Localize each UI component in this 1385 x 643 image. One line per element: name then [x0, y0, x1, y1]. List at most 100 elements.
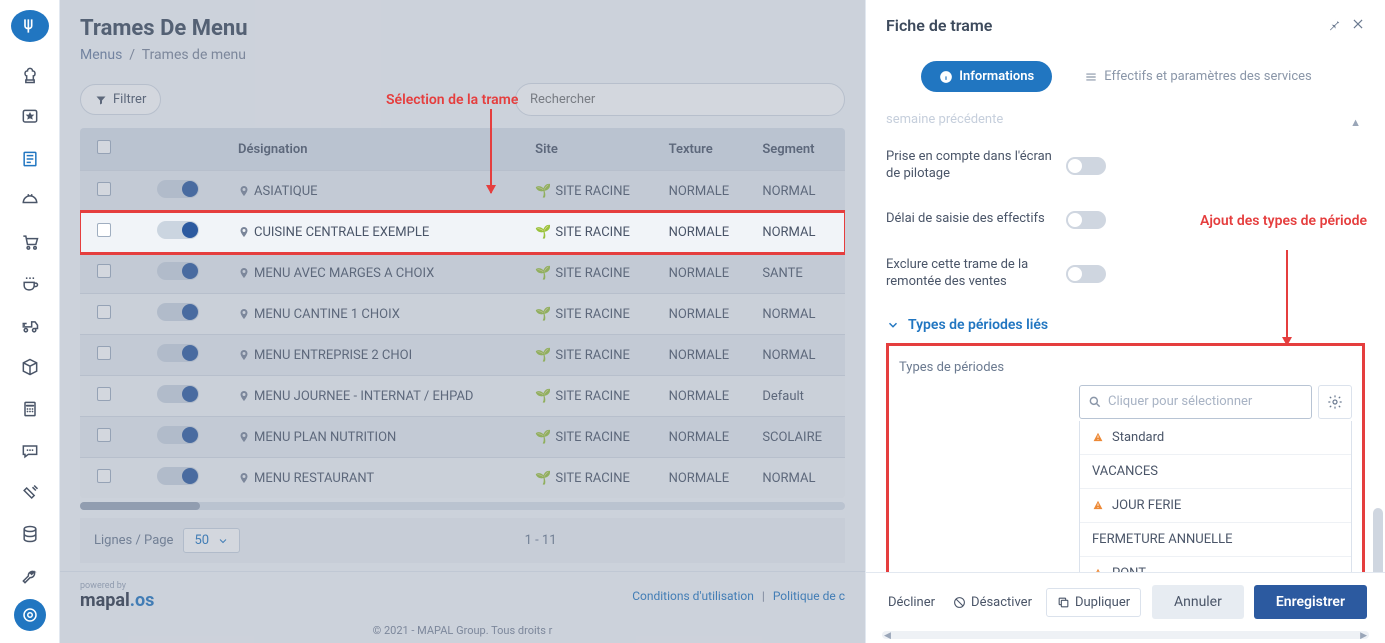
- nav-favorite-icon[interactable]: [16, 105, 44, 129]
- row-checkbox[interactable]: [97, 469, 111, 483]
- periode-picker[interactable]: [1079, 385, 1312, 419]
- faded-prev-text: semaine précédente: [886, 108, 1365, 135]
- row-checkbox[interactable]: [97, 346, 111, 360]
- table-row[interactable]: MENU RESTAURANT 🌱SITE RACINE NORMALE NOR…: [80, 458, 845, 499]
- row-toggle[interactable]: [157, 344, 199, 362]
- search-input[interactable]: [515, 83, 845, 116]
- dropdown-item[interactable]: FERMETURE ANNUELLE: [1080, 523, 1351, 557]
- tab-informations[interactable]: Informations: [921, 61, 1052, 92]
- dropdown-item-label: Standard: [1112, 430, 1164, 445]
- row-designation: CUISINE CENTRALE EXEMPLE: [254, 225, 429, 240]
- page-title: Trames De Menu: [80, 16, 845, 41]
- dropdown-item[interactable]: JOUR FERIE: [1080, 489, 1351, 523]
- nav-tool-icon[interactable]: [16, 481, 44, 505]
- action-decliner[interactable]: Décliner: [884, 589, 939, 616]
- table-row[interactable]: MENU ENTREPRISE 2 CHOI 🌱SITE RACINE NORM…: [80, 335, 845, 376]
- row-designation: MENU CANTINE 1 CHOIX: [254, 307, 400, 322]
- row-toggle[interactable]: [157, 262, 199, 280]
- row-texture: NORMALE: [659, 458, 753, 499]
- col-designation[interactable]: Désignation: [228, 128, 525, 171]
- panel-vscrollbar[interactable]: [1373, 508, 1383, 572]
- nav-chat-icon[interactable]: [16, 439, 44, 463]
- page-size-select[interactable]: 50: [183, 528, 240, 553]
- footer-copyright: © 2021 - MAPAL Group. Tous droits r: [60, 624, 865, 643]
- cancel-button[interactable]: Annuler: [1152, 585, 1244, 619]
- row-toggle[interactable]: [157, 221, 199, 239]
- table-row[interactable]: CUISINE CENTRALE EXEMPLE 🌱SITE RACINE NO…: [80, 212, 845, 253]
- row-checkbox[interactable]: [97, 305, 111, 319]
- col-site[interactable]: Site: [525, 128, 658, 171]
- dropdown-item[interactable]: PONT: [1080, 557, 1351, 572]
- table-row[interactable]: MENU CANTINE 1 CHOIX 🌱SITE RACINE NORMAL…: [80, 294, 845, 335]
- nav-chef-icon[interactable]: [16, 63, 44, 87]
- table-row[interactable]: ASIATIQUE 🌱SITE RACINE NORMALE NORMAL: [80, 171, 845, 212]
- row-toggle[interactable]: [157, 467, 199, 485]
- toggle-effectifs[interactable]: [1066, 211, 1106, 229]
- select-all-checkbox[interactable]: [97, 140, 111, 154]
- toggle-ventes[interactable]: [1066, 265, 1106, 283]
- row-site: SITE RACINE: [555, 348, 630, 363]
- row-segment: NORMAL: [752, 171, 845, 212]
- row-toggle[interactable]: [157, 426, 199, 444]
- periode-picker-input[interactable]: [1108, 394, 1303, 409]
- annotation-selection: Sélection de la trame: [386, 92, 518, 108]
- row-segment: NORMAL: [752, 294, 845, 335]
- site-icon: 🌱: [535, 348, 551, 363]
- action-dupliquer[interactable]: Dupliquer: [1046, 588, 1141, 617]
- nav-cart-icon[interactable]: [16, 230, 44, 254]
- section-periodes-toggle[interactable]: Types de périodes liés: [886, 305, 1365, 345]
- site-icon: 🌱: [535, 389, 551, 404]
- location-pin-icon: [238, 185, 250, 197]
- footer-privacy[interactable]: Politique de c: [773, 589, 845, 603]
- row-checkbox[interactable]: [97, 428, 111, 442]
- close-icon[interactable]: [1351, 16, 1365, 35]
- dropdown-item-label: VACANCES: [1092, 464, 1158, 479]
- col-texture[interactable]: Texture: [659, 128, 753, 171]
- row-checkbox[interactable]: [97, 264, 111, 278]
- row-toggle[interactable]: [157, 303, 199, 321]
- caret-up-icon[interactable]: ▲: [1350, 116, 1361, 129]
- site-icon: 🌱: [535, 430, 551, 445]
- app-logo[interactable]: [11, 10, 49, 42]
- filter-button[interactable]: Filtrer: [80, 84, 161, 115]
- footer-terms[interactable]: Conditions d'utilisation: [632, 589, 754, 603]
- footer-logo: powered by mapal.os: [80, 582, 154, 610]
- row-checkbox[interactable]: [97, 223, 111, 237]
- panel-hscrollbar[interactable]: ◀▶: [882, 631, 1369, 639]
- breadcrumb-root[interactable]: Menus: [80, 47, 122, 63]
- nav-menu-icon[interactable]: [16, 147, 44, 171]
- save-button[interactable]: Enregistrer: [1254, 585, 1367, 619]
- row-segment: NORMAL: [752, 212, 845, 253]
- dropdown-item[interactable]: VACANCES: [1080, 455, 1351, 489]
- row-checkbox[interactable]: [97, 387, 111, 401]
- row-texture: NORMALE: [659, 171, 753, 212]
- nav-calculator-icon[interactable]: [16, 397, 44, 421]
- nav-package-icon[interactable]: [16, 355, 44, 379]
- periode-gear-button[interactable]: [1318, 385, 1352, 419]
- panel-tabs: Informations Effectifs et paramètres des…: [866, 51, 1385, 108]
- nav-dish-icon[interactable]: [16, 188, 44, 212]
- nav-database-icon[interactable]: [16, 522, 44, 546]
- table-row[interactable]: MENU AVEC MARGES A CHOIX 🌱SITE RACINE NO…: [80, 253, 845, 294]
- row-designation: MENU ENTREPRISE 2 CHOI: [254, 348, 412, 363]
- pagination: Lignes / Page 50 1 - 11: [80, 518, 845, 563]
- dropdown-item[interactable]: Standard: [1080, 421, 1351, 455]
- table-row[interactable]: MENU PLAN NUTRITION 🌱SITE RACINE NORMALE…: [80, 417, 845, 458]
- row-checkbox[interactable]: [97, 182, 111, 196]
- nav-bottom-orb[interactable]: [14, 599, 46, 631]
- row-toggle[interactable]: [157, 180, 199, 198]
- nav-settings-icon[interactable]: [16, 564, 44, 588]
- row-site: SITE RACINE: [555, 307, 630, 322]
- table-row[interactable]: MENU JOURNEE - INTERNAT / EHPAD 🌱SITE RA…: [80, 376, 845, 417]
- nav-delivery-icon[interactable]: [16, 314, 44, 338]
- pin-icon[interactable]: [1327, 16, 1341, 35]
- nav-coffee-icon[interactable]: [16, 272, 44, 296]
- tab-effectifs[interactable]: Effectifs et paramètres des services: [1066, 61, 1330, 92]
- row-toggle[interactable]: [157, 385, 199, 403]
- action-desactiver[interactable]: Désactiver: [949, 589, 1036, 616]
- toggle-pilotage[interactable]: [1066, 157, 1106, 175]
- panel-title: Fiche de trame: [886, 16, 1317, 35]
- table-hscrollbar[interactable]: [80, 502, 845, 510]
- row-site: SITE RACINE: [555, 184, 630, 199]
- col-segment[interactable]: Segment: [752, 128, 845, 171]
